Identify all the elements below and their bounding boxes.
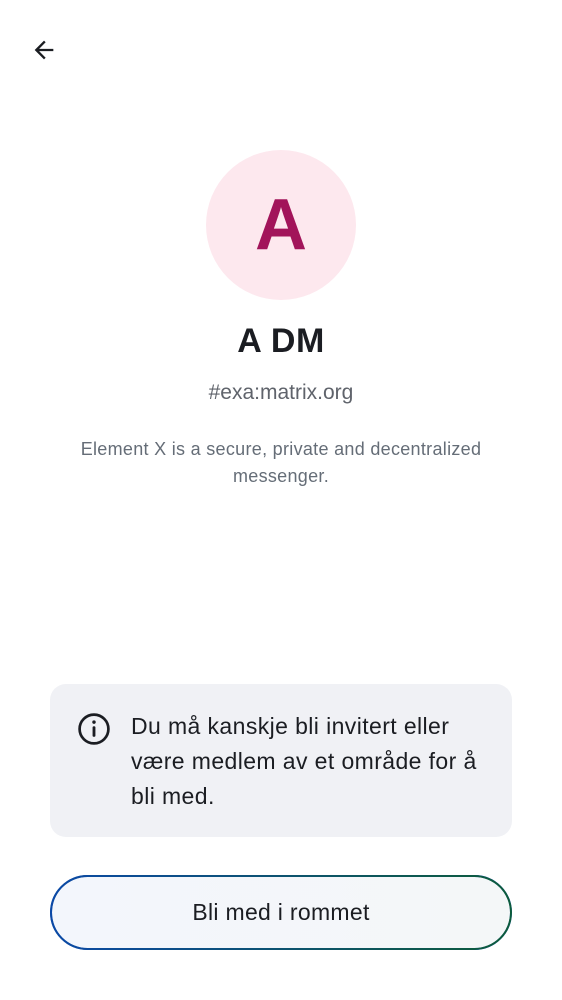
room-alias: #exa:matrix.org [208, 381, 354, 404]
room-name: A DM [237, 322, 325, 360]
arrow-left-icon [34, 40, 54, 60]
room-avatar: A [206, 150, 356, 300]
avatar-letter: A [255, 185, 307, 265]
join-notice: Du må kanskje bli invitert eller være me… [50, 684, 512, 837]
join-notice-text: Du må kanskje bli invitert eller være me… [131, 713, 477, 809]
room-description: Element X is a secure, private and decen… [80, 439, 482, 486]
join-room-button-label: Bli med i rommet [192, 899, 370, 925]
info-icon [78, 713, 110, 745]
join-room-button[interactable]: Bli med i rommet [50, 875, 512, 950]
back-button[interactable] [22, 28, 66, 72]
